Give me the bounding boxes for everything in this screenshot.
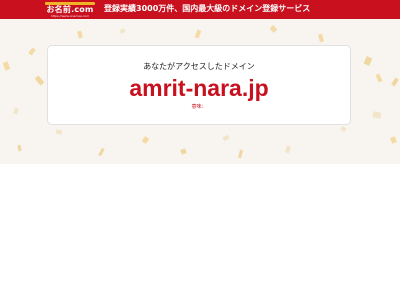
domain-name: amrit-nara.jp	[129, 75, 269, 101]
top-brand-bar: お名前.com https://www.onamae.com 登録実績3000万…	[0, 0, 400, 19]
domain-parking-page: お名前.com https://www.onamae.com 登録実績3000万…	[0, 0, 400, 300]
logo-text: お名前.com	[46, 4, 94, 14]
domain-meaning-label: 意味：	[191, 104, 207, 110]
onamae-logo[interactable]: お名前.com https://www.onamae.com	[45, 1, 95, 18]
domain-info-card: あなたがアクセスしたドメイン amrit-nara.jp 意味：	[47, 45, 351, 125]
brand-tagline: 登録実績3000万件、国内最大級のドメイン登録サービス	[104, 4, 311, 13]
accessed-domain-heading: あなたがアクセスしたドメイン	[143, 62, 255, 71]
logo-subtext: https://www.onamae.com	[50, 13, 90, 18]
